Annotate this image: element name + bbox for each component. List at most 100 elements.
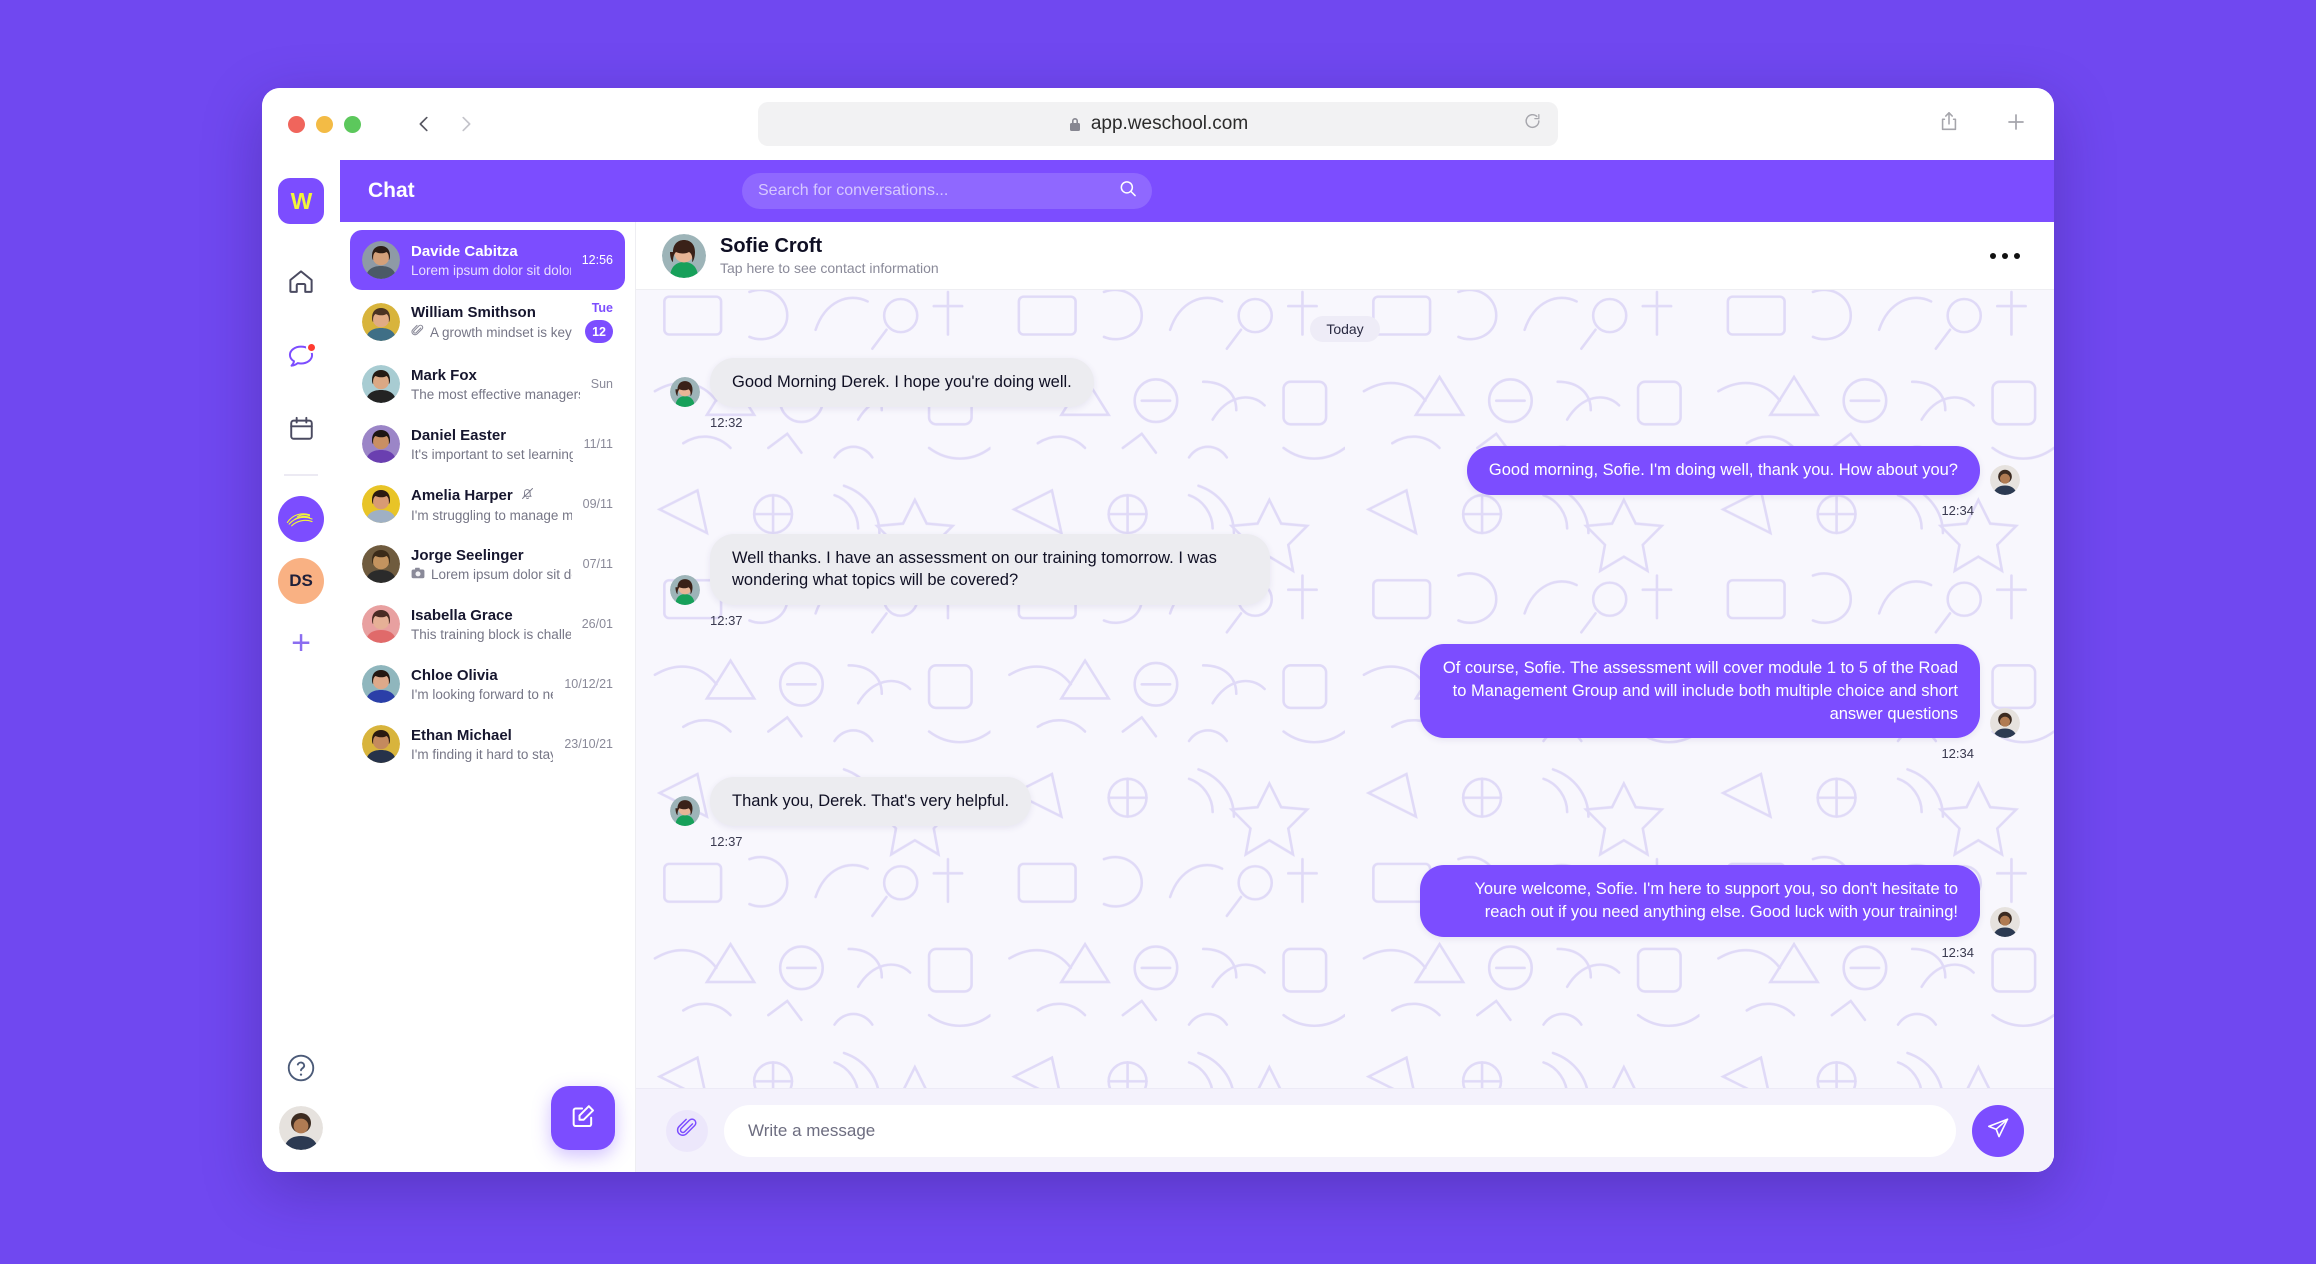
conversation-meta: 10/12/21 xyxy=(564,677,613,691)
chat-contact-subtitle: Tap here to see contact information xyxy=(720,260,939,276)
message-avatar xyxy=(1990,906,2020,937)
conversation-time: 09/11 xyxy=(582,497,613,511)
conversation-avatar xyxy=(362,725,400,763)
current-user-avatar[interactable] xyxy=(279,1106,323,1150)
address-bar-url: app.weschool.com xyxy=(1090,113,1249,134)
conversation-avatar xyxy=(362,545,400,583)
conversation-item[interactable]: Daniel Easter It's important to set learn… xyxy=(350,414,625,474)
compose-icon xyxy=(569,1102,597,1135)
rail-divider xyxy=(284,474,318,476)
conversation-text: Daniel Easter It's important to set learn… xyxy=(411,427,573,462)
sidebar-item-home[interactable] xyxy=(274,256,328,310)
minimize-window-button[interactable] xyxy=(316,115,333,133)
message-bubble: Well thanks. I have an assessment on our… xyxy=(710,533,1270,606)
panes: Davide Cabitza Lorem ipsum dolor sit dolo… xyxy=(340,222,2054,1172)
conversation-text: William Smithson A growth mindset is key … xyxy=(411,304,574,340)
conversation-preview: It's important to set learning goals... xyxy=(411,447,573,462)
search-box[interactable] xyxy=(742,173,1152,209)
conversation-preview-text: Lorem ipsum dolor sit dolor sit lore... xyxy=(431,566,572,582)
conversation-item[interactable]: Isabella Grace This training block is cha… xyxy=(350,594,625,654)
lock-icon xyxy=(1068,116,1082,133)
conversation-text: Isabella Grace This training block is cha… xyxy=(411,607,571,642)
app-shell: W DS + Chat Search for conversations... … xyxy=(262,160,2054,1172)
message-input[interactable] xyxy=(748,1120,1932,1141)
message-timestamp: 12:37 xyxy=(710,613,743,629)
group-avatar-ds[interactable]: DS xyxy=(278,558,324,604)
unread-badge: 12 xyxy=(585,320,613,343)
message-bubble: Of course, Sofie. The assessment will co… xyxy=(1420,644,1980,739)
conversation-name: William Smithson xyxy=(411,304,536,321)
conversation-name: Mark Fox xyxy=(411,366,477,384)
conversation-item[interactable]: Ethan Michael I'm finding it hard to stay… xyxy=(350,714,625,774)
conversation-item[interactable]: Chloe Olivia I'm looking forward to next.… xyxy=(350,654,625,714)
conversation-avatar xyxy=(362,485,400,523)
share-icon[interactable] xyxy=(1938,110,1960,139)
conversation-name: Ethan Michael xyxy=(411,726,512,744)
message-row-incoming: Thank you, Derek. That's very helpful. xyxy=(670,777,2020,827)
conversation-list[interactable]: Davide Cabitza Lorem ipsum dolor sit dolo… xyxy=(340,222,635,1172)
close-window-button[interactable] xyxy=(288,115,305,133)
address-bar-container[interactable]: app.weschool.com xyxy=(758,102,1558,146)
conversation-meta: 07/11 xyxy=(583,557,613,571)
conversation-item[interactable]: William Smithson A growth mindset is key … xyxy=(350,290,625,354)
maximize-window-button[interactable] xyxy=(344,115,361,133)
day-separator: Today xyxy=(670,316,2020,342)
message-row-outgoing: Good morning, Sofie. I'm doing well, tha… xyxy=(670,445,2020,495)
back-icon[interactable] xyxy=(413,113,435,135)
conversation-time: Tue xyxy=(591,301,613,315)
browser-window: app.weschool.com W DS + Chat Search for … xyxy=(262,88,2054,1172)
rail-bottom xyxy=(279,1052,323,1172)
conversation-time: 10/12/21 xyxy=(564,677,613,691)
conversation-meta: 11/11 xyxy=(584,437,613,451)
browser-nav-buttons[interactable] xyxy=(413,113,477,135)
sidebar-item-chat[interactable] xyxy=(274,330,328,384)
forward-icon[interactable] xyxy=(455,113,477,135)
left-rail: W DS + xyxy=(262,160,340,1172)
message-timestamp: 12:34 xyxy=(1941,944,1974,960)
message-input-wrapper[interactable] xyxy=(724,1104,1956,1157)
conversation-text: Davide Cabitza Lorem ipsum dolor sit dolo… xyxy=(411,243,571,278)
attach-file-button[interactable] xyxy=(666,1109,708,1152)
search-container[interactable] xyxy=(742,173,1152,209)
search-icon[interactable] xyxy=(1118,179,1138,204)
message-avatar xyxy=(670,575,700,606)
conversation-avatar xyxy=(362,665,400,703)
calendar-icon xyxy=(287,414,316,448)
reload-icon[interactable] xyxy=(1523,112,1542,137)
conversation-preview-text: I'm finding it hard to stay motivate... xyxy=(411,746,553,762)
weschool-logo[interactable]: W xyxy=(278,178,324,224)
conversation-item[interactable]: Amelia Harper I'm struggling to manage my… xyxy=(350,474,625,534)
more-options-icon[interactable] xyxy=(1982,245,2028,267)
add-group-button[interactable]: + xyxy=(291,626,311,660)
conversation-text: Ethan Michael I'm finding it hard to stay… xyxy=(411,727,553,762)
group-avatar-ds-label: DS xyxy=(289,571,313,590)
plus-icon: + xyxy=(291,624,311,662)
new-conversation-button[interactable] xyxy=(551,1086,615,1150)
conversation-avatar xyxy=(362,605,400,643)
sidebar-item-calendar[interactable] xyxy=(274,404,328,458)
conversation-item[interactable]: Davide Cabitza Lorem ipsum dolor sit dolo… xyxy=(350,230,625,290)
logo-text: W xyxy=(290,187,313,214)
conversation-avatar xyxy=(362,303,400,341)
message-list: Today Good Morning Derek. I hope you're … xyxy=(670,316,2020,960)
conversation-name: Jorge Seelinger xyxy=(411,546,524,564)
message-thread[interactable]: Today Good Morning Derek. I hope you're … xyxy=(636,290,2054,1088)
conversation-preview: A growth mindset is key to... xyxy=(411,324,574,340)
conversation-name: Amelia Harper xyxy=(411,486,572,505)
help-icon[interactable] xyxy=(285,1052,317,1084)
address-bar[interactable]: app.weschool.com xyxy=(758,102,1558,146)
home-icon xyxy=(286,266,316,301)
conversation-name: Davide Cabitza xyxy=(411,242,518,260)
conversation-item[interactable]: Jorge Seelinger Lorem ipsum dolor sit dol… xyxy=(350,534,625,594)
window-controls[interactable] xyxy=(288,115,361,133)
conversation-name: Daniel Easter xyxy=(411,426,507,444)
group-avatar-scribble[interactable] xyxy=(278,496,324,542)
conversation-item[interactable]: Mark Fox The most effective managers are.… xyxy=(350,354,625,414)
conversation-meta: Sun xyxy=(591,377,613,391)
chat-header[interactable]: Sofie Croft Tap here to see contact info… xyxy=(636,222,2054,290)
new-tab-icon[interactable] xyxy=(2004,110,2028,139)
search-input[interactable] xyxy=(758,182,1136,200)
browser-toolbar-right[interactable] xyxy=(1938,110,2028,139)
send-message-button[interactable] xyxy=(1972,1104,2024,1157)
conversation-preview: Lorem ipsum dolor sit dolor sit lore... xyxy=(411,567,572,582)
